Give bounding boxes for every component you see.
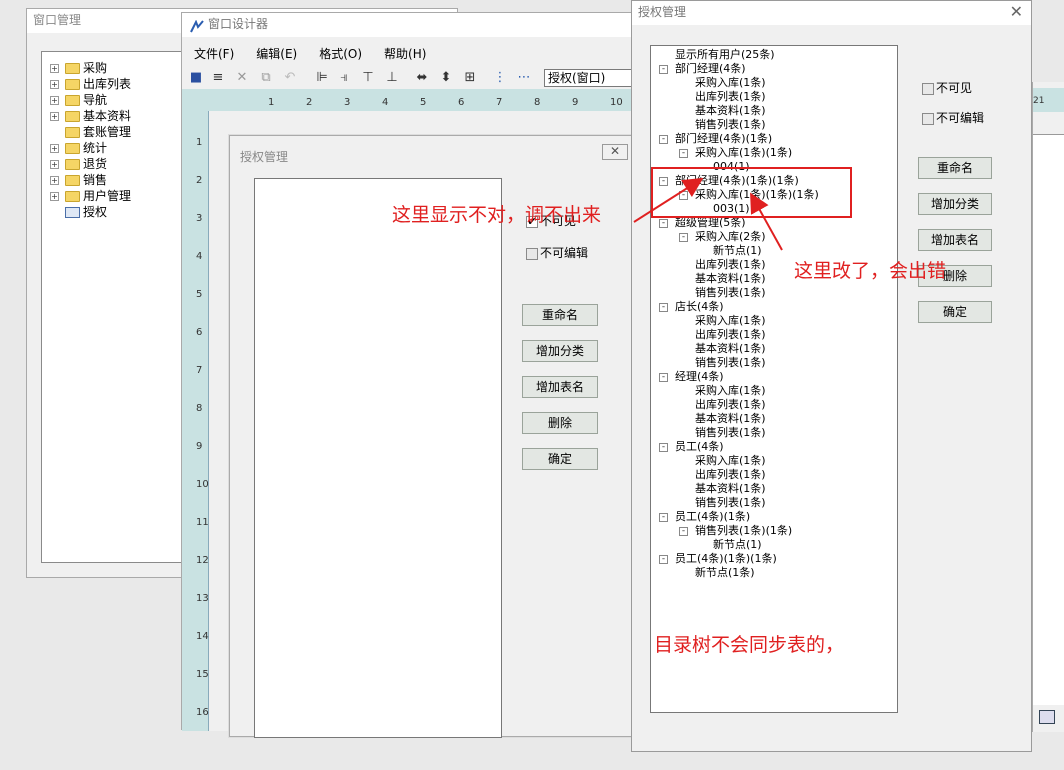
annotation-arrow-right [750, 192, 783, 251]
annotation-arrow-left [633, 177, 704, 223]
annotation-bottom-note: 目录树不会同步表的， [654, 634, 845, 656]
annotation-right-note: 这里改了，会出错 [794, 260, 947, 282]
annotation-arrows [633, 177, 783, 251]
annotation-left-note: 这里显示不对，调不出来 [392, 204, 602, 226]
